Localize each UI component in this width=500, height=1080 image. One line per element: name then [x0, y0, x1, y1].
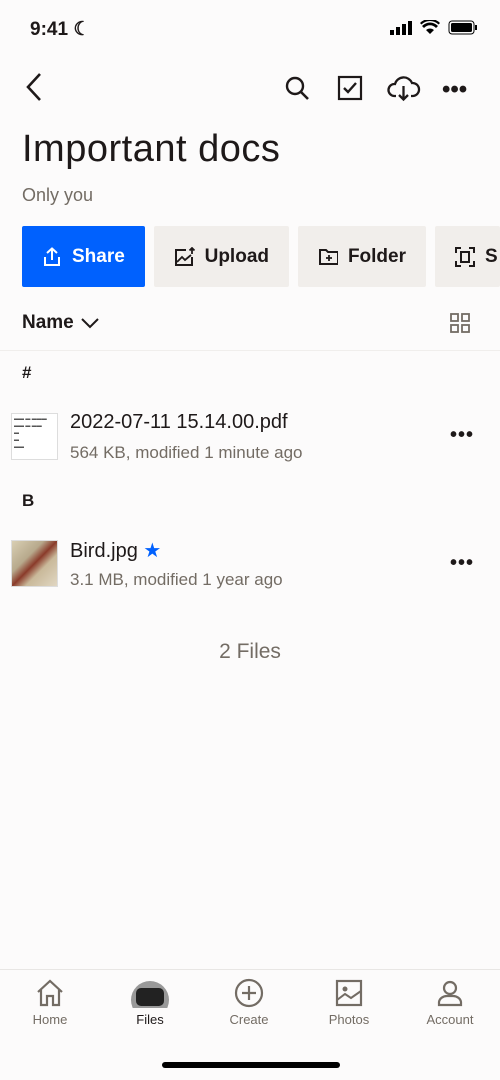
photo-icon	[335, 979, 363, 1007]
scan-icon	[455, 246, 475, 267]
more-options-icon[interactable]: •••	[442, 76, 467, 104]
share-icon	[44, 246, 60, 266]
time-text: 9:41	[30, 19, 69, 40]
tab-label: Home	[32, 1012, 68, 1027]
file-row[interactable]: ▬▬ ▬ ▬▬▬ ▬▬ ▬ ▬▬ ▬ ▬ ▬▬ 2022-07-11 15.14.00.…	[0, 400, 500, 470]
section-header: B	[22, 491, 35, 510]
file-name: 2022-07-11 15.14.00.pdf	[70, 411, 288, 433]
tab-home[interactable]: Home	[0, 978, 100, 1027]
grid-view-icon[interactable]	[450, 313, 470, 333]
folder-plus-icon	[319, 248, 338, 265]
wifi-icon	[420, 20, 440, 34]
pdf-thumbnail: ▬▬ ▬ ▬▬▬ ▬▬ ▬ ▬▬ ▬ ▬ ▬▬	[11, 413, 58, 460]
scan-label: S	[485, 245, 498, 267]
file-meta: 564 KB, modified 1 minute ago	[70, 443, 303, 462]
tab-label: Account	[426, 1012, 474, 1027]
search-icon[interactable]	[284, 75, 310, 101]
tab-create[interactable]: Create	[199, 978, 299, 1027]
upload-label: Upload	[204, 245, 269, 267]
status-time: 9:41 ☾	[30, 18, 90, 41]
person-icon	[437, 980, 463, 1007]
home-icon	[37, 979, 63, 1007]
status-icons	[390, 20, 478, 35]
tab-files[interactable]: Files	[100, 978, 200, 1027]
new-folder-button[interactable]: Folder	[298, 226, 426, 287]
file-name-wrap: Bird.jpg ★	[70, 538, 161, 563]
folder-label: Folder	[347, 245, 406, 267]
cloud-download-icon[interactable]	[387, 74, 421, 102]
files-icon	[131, 981, 169, 1008]
sort-label: Name	[22, 312, 74, 333]
battery-icon	[448, 20, 477, 35]
chevron-down-icon	[81, 318, 99, 329]
tab-label: Files	[136, 1012, 164, 1027]
home-indicator[interactable]	[162, 1062, 340, 1068]
tab-account[interactable]: Account	[400, 978, 500, 1027]
share-button[interactable]: Share	[22, 226, 145, 287]
sharing-subtitle: Only you	[22, 185, 94, 205]
action-buttons: Share Upload Folder S	[22, 226, 500, 287]
tab-photos[interactable]: Photos	[299, 978, 399, 1027]
file-more-icon[interactable]: •••	[450, 552, 474, 575]
divider	[0, 350, 500, 351]
share-label: Share	[72, 245, 125, 267]
section-header: #	[22, 363, 32, 382]
file-more-icon[interactable]: •••	[450, 424, 474, 447]
scan-button[interactable]: S	[435, 226, 500, 287]
moon-icon: ☾	[73, 19, 91, 40]
file-meta: 3.1 MB, modified 1 year ago	[70, 570, 283, 589]
plus-circle-icon	[234, 978, 264, 1008]
tab-label: Create	[229, 1012, 269, 1027]
tab-label: Photos	[328, 1012, 370, 1027]
back-icon[interactable]	[24, 72, 44, 102]
upload-button[interactable]: Upload	[154, 226, 289, 287]
star-icon: ★	[143, 540, 162, 562]
sort-by-name-button[interactable]: Name	[22, 312, 100, 334]
select-checkbox-icon[interactable]	[337, 75, 363, 101]
signal-icon	[390, 20, 412, 35]
page-title: Important docs	[22, 128, 281, 170]
file-name: Bird.jpg	[70, 540, 138, 562]
image-thumbnail	[11, 540, 58, 587]
file-count: 2 Files	[219, 640, 281, 663]
upload-photo-icon	[175, 246, 195, 266]
file-row[interactable]: Bird.jpg ★ 3.1 MB, modified 1 year ago •…	[0, 528, 500, 598]
